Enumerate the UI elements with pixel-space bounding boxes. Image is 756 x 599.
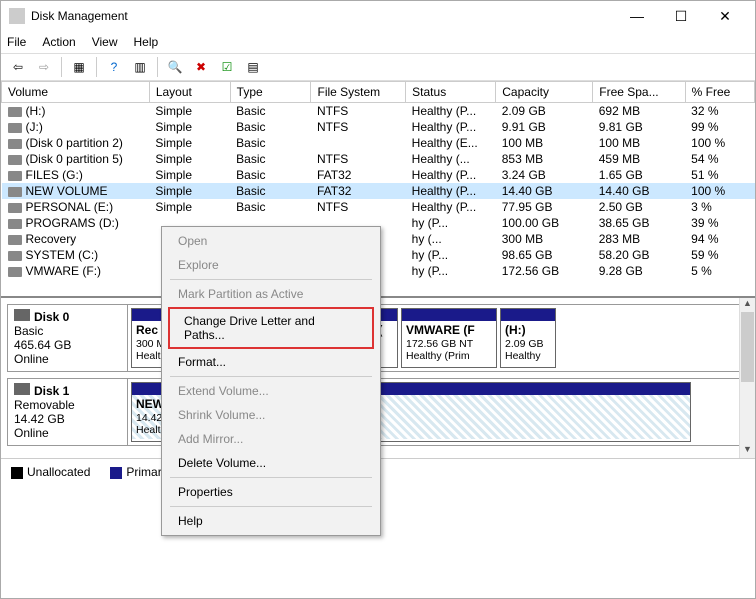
ctx-mark-active[interactable]: Mark Partition as Active (164, 282, 378, 306)
scrollbar[interactable]: ▲ ▼ (739, 298, 755, 458)
menubar: File Action View Help (1, 31, 755, 53)
menu-action[interactable]: Action (42, 35, 75, 49)
partition[interactable]: (H:)2.09 GBHealthy (500, 308, 556, 368)
delete-icon[interactable]: ✖ (190, 56, 212, 78)
menu-view[interactable]: View (92, 35, 118, 49)
volume-row[interactable]: PERSONAL (E:)SimpleBasicNTFSHealthy (P..… (2, 199, 755, 215)
scroll-thumb[interactable] (741, 312, 754, 382)
partition[interactable]: VMWARE (F172.56 GB NTHealthy (Prim (401, 308, 497, 368)
col-5[interactable]: Capacity (496, 82, 593, 103)
col-1[interactable]: Layout (149, 82, 230, 103)
volume-row[interactable]: (J:)SimpleBasicNTFSHealthy (P...9.91 GB9… (2, 119, 755, 135)
toolbar: ⇦ ⇨ ▦ ? ▥ 🔍 ✖ ☑ ▤ (1, 53, 755, 81)
forward-button[interactable]: ⇨ (33, 56, 55, 78)
scroll-down-icon[interactable]: ▼ (740, 444, 755, 458)
app-icon (9, 8, 25, 24)
col-3[interactable]: File System (311, 82, 406, 103)
ctx-properties[interactable]: Properties (164, 480, 378, 504)
ctx-shrink[interactable]: Shrink Volume... (164, 403, 378, 427)
close-button[interactable]: ✕ (703, 2, 747, 30)
ctx-help[interactable]: Help (164, 509, 378, 533)
ctx-mirror[interactable]: Add Mirror... (164, 427, 378, 451)
col-4[interactable]: Status (406, 82, 496, 103)
col-2[interactable]: Type (230, 82, 311, 103)
volume-row[interactable]: NEW VOLUMESimpleBasicFAT32Healthy (P...1… (2, 183, 755, 199)
volume-row[interactable]: (Disk 0 partition 2)SimpleBasicHealthy (… (2, 135, 755, 151)
minimize-button[interactable]: — (615, 2, 659, 30)
menu-help[interactable]: Help (134, 35, 159, 49)
search-icon[interactable]: 🔍 (164, 56, 186, 78)
disk-header[interactable]: Disk 1Removable14.42 GBOnline (8, 379, 128, 445)
grid-icon[interactable]: ▦ (68, 56, 90, 78)
volume-row[interactable]: (Disk 0 partition 5)SimpleBasicNTFSHealt… (2, 151, 755, 167)
volume-row[interactable]: FILES (G:)SimpleBasicFAT32Healthy (P...3… (2, 167, 755, 183)
check-icon[interactable]: ☑ (216, 56, 238, 78)
view-icon[interactable]: ▥ (129, 56, 151, 78)
disk-header[interactable]: Disk 0Basic465.64 GBOnline (8, 305, 128, 371)
menu-file[interactable]: File (7, 35, 26, 49)
ctx-explore[interactable]: Explore (164, 253, 378, 277)
ctx-change-drive-letter[interactable]: Change Drive Letter and Paths... (170, 309, 372, 347)
props-icon[interactable]: ▤ (242, 56, 264, 78)
maximize-button[interactable]: ☐ (659, 2, 703, 30)
help-icon[interactable]: ? (103, 56, 125, 78)
context-menu: Open Explore Mark Partition as Active Ch… (161, 226, 381, 536)
col-7[interactable]: % Free (685, 82, 754, 103)
ctx-extend[interactable]: Extend Volume... (164, 379, 378, 403)
window-title: Disk Management (31, 9, 615, 23)
titlebar: Disk Management — ☐ ✕ (1, 1, 755, 31)
col-6[interactable]: Free Spa... (593, 82, 685, 103)
volume-row[interactable]: (H:)SimpleBasicNTFSHealthy (P...2.09 GB6… (2, 103, 755, 120)
ctx-format[interactable]: Format... (164, 350, 378, 374)
back-button[interactable]: ⇦ (7, 56, 29, 78)
col-0[interactable]: Volume (2, 82, 150, 103)
ctx-open[interactable]: Open (164, 229, 378, 253)
scroll-up-icon[interactable]: ▲ (740, 298, 755, 312)
legend-unallocated: Unallocated (27, 465, 90, 479)
ctx-delete[interactable]: Delete Volume... (164, 451, 378, 475)
